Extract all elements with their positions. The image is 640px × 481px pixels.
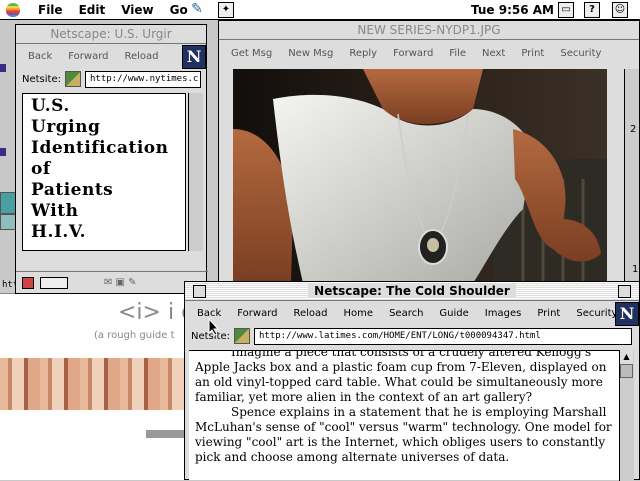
netscape-logo-icon: N: [615, 302, 639, 326]
article-body: Imagine a piece that consists of a crude…: [189, 350, 619, 480]
forward-button[interactable]: Forward: [60, 51, 116, 62]
progress-bar: [40, 276, 68, 289]
nyt-window: Netscape: U.S. Urgir Back Forward Reload…: [15, 24, 208, 294]
image-window-scrollbar[interactable]: [624, 69, 639, 283]
images-button[interactable]: Images: [477, 308, 530, 319]
edge-digit: 1: [632, 264, 639, 275]
desktop-edge-mark: [0, 148, 6, 156]
desktop-edge-mark: [0, 64, 6, 72]
location-label: Netsite:: [22, 73, 61, 85]
background-logo: <i> i c: [118, 300, 194, 325]
apple-icon[interactable]: [6, 2, 20, 17]
cold-url-field[interactable]: http://www.latimes.com/HOME/ENT/LONG/t00…: [253, 327, 632, 345]
nyt-window-titlebar[interactable]: Netscape: U.S. Urgir: [16, 25, 206, 44]
photo-illustration: [233, 69, 607, 283]
menu-file[interactable]: File: [30, 3, 71, 17]
nyt-location-bar: Netsite: http://www.nytimes.c: [16, 69, 206, 89]
reload-button[interactable]: Reload: [117, 51, 167, 62]
nyt-url-field[interactable]: http://www.nytimes.c: [84, 70, 201, 88]
forward-button[interactable]: Forward: [385, 48, 441, 59]
print-button[interactable]: Print: [529, 308, 568, 319]
search-button[interactable]: Search: [381, 308, 431, 319]
headline-line: Identification: [31, 138, 169, 158]
edge-digit: 2: [630, 124, 637, 135]
photo-image: [233, 69, 607, 283]
cold-scrollbar[interactable]: ▲: [619, 350, 634, 481]
reload-button[interactable]: Reload: [286, 308, 336, 319]
nyt-status-bar: ✉ ▣ ✎: [16, 271, 208, 293]
bookmark-icon[interactable]: [64, 71, 81, 87]
new-msg-button[interactable]: New Msg: [280, 48, 341, 59]
menu-bar: File Edit View Go ✎ ✦ Tue 9:56 AM ▭ ? ☺: [0, 0, 640, 20]
reply-button[interactable]: Reply: [341, 48, 385, 59]
cold-location-bar: Netsite: http://www.latimes.com/HOME/ENT…: [185, 326, 639, 346]
headline-line: U.S.: [31, 96, 70, 116]
image-window: NEW SERIES-NYDP1.JPG Get Msg New Msg Rep…: [218, 20, 640, 283]
forward-button[interactable]: Forward: [229, 308, 285, 319]
guide-button[interactable]: Guide: [431, 308, 476, 319]
cold-window-titlebar[interactable]: Netscape: The Cold Shoulder: [185, 282, 639, 301]
scroll-up-icon[interactable]: ▲: [620, 350, 633, 365]
security-button[interactable]: Security: [552, 48, 609, 59]
back-button[interactable]: Back: [189, 308, 229, 319]
nyt-headline: U.S. Urging Identification of Patients W…: [22, 93, 186, 251]
bookmark-icon[interactable]: [233, 328, 250, 344]
finder-icon[interactable]: ☺: [612, 2, 628, 18]
scroll-thumb[interactable]: [620, 364, 633, 378]
component-bar-icon[interactable]: ✉ ▣ ✎: [104, 277, 137, 288]
desktop-edge-tile: [0, 214, 16, 230]
netscape-app-icon[interactable]: ✎: [190, 2, 204, 16]
headline-line: Patients: [31, 180, 114, 200]
mouse-cursor-icon: [208, 318, 220, 336]
desktop-edge-tile: [0, 192, 16, 214]
menu-edit[interactable]: Edit: [71, 3, 114, 17]
headline-line: H.I.V.: [31, 222, 86, 242]
nyt-toolbar: Back Forward Reload: [16, 43, 206, 69]
next-button[interactable]: Next: [474, 48, 513, 59]
menu-clock: Tue 9:56 AM: [471, 3, 554, 17]
back-button[interactable]: Back: [20, 51, 60, 62]
article-paragraph: Imagine a piece that consists of a crude…: [195, 350, 607, 404]
get-msg-button[interactable]: Get Msg: [223, 48, 280, 59]
menu-view[interactable]: View: [113, 3, 161, 17]
print-button[interactable]: Print: [513, 48, 552, 59]
nyt-window-title: Netscape: U.S. Urgir: [44, 27, 178, 41]
cold-toolbar: Back Forward Reload Home Search Guide Im…: [185, 300, 639, 326]
netscape-logo-icon: N: [182, 45, 206, 69]
background-page: http <i> i c (a rough guide t: [0, 280, 200, 480]
headline-line: Urging: [31, 117, 101, 137]
headline-line: With: [31, 201, 79, 221]
nyt-scrollbar[interactable]: [188, 93, 203, 251]
article-paragraph: Spence explains in a statement that he i…: [195, 405, 612, 464]
help-icon[interactable]: ?: [584, 2, 600, 18]
puzzle-icon[interactable]: ✦: [218, 2, 234, 18]
faces-strip-image: [0, 358, 200, 410]
monitor-icon[interactable]: ▭: [558, 2, 574, 18]
background-subtitle: (a rough guide t: [94, 330, 175, 341]
zoom-box-icon[interactable]: [618, 285, 631, 298]
cold-window: Netscape: The Cold Shoulder Back Forward…: [184, 281, 640, 481]
lock-icon[interactable]: [22, 276, 34, 289]
cold-window-title: Netscape: The Cold Shoulder: [308, 284, 516, 298]
home-button[interactable]: Home: [336, 308, 382, 319]
close-box-icon[interactable]: [193, 285, 206, 298]
file-button[interactable]: File: [441, 48, 474, 59]
headline-line: of: [31, 159, 51, 179]
image-window-titlebar[interactable]: NEW SERIES-NYDP1.JPG: [219, 21, 639, 40]
image-window-toolbar: Get Msg New Msg Reply Forward File Next …: [219, 40, 639, 66]
image-window-title: NEW SERIES-NYDP1.JPG: [351, 23, 507, 37]
